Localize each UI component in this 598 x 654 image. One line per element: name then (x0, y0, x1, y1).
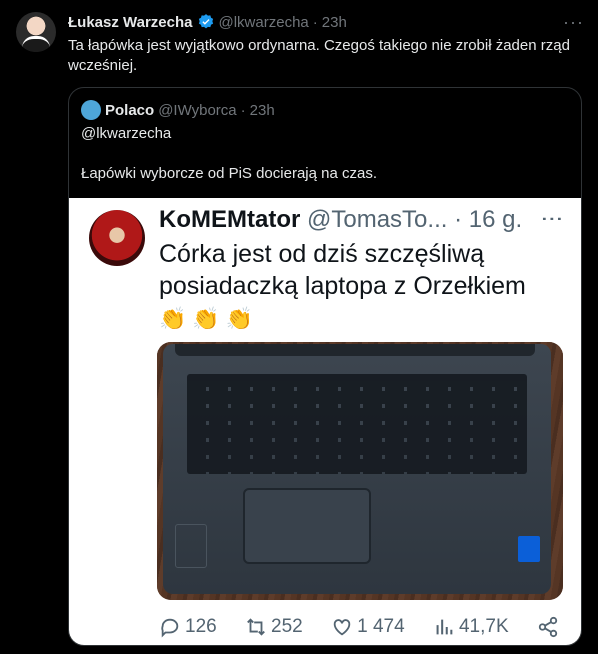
more-options-icon[interactable]: ··· (563, 12, 584, 33)
reply-count: 126 (159, 616, 217, 638)
tweet[interactable]: Łukasz Warzecha @lkwarzecha · 23h ··· Ta… (0, 0, 598, 654)
quote-body: Łapówki wyborcze od PiS docierają na cza… (81, 165, 377, 182)
screenshot-handle: @TomasTo... (307, 206, 448, 233)
separator-dot: · (312, 13, 318, 31)
laptop (163, 344, 551, 594)
view-count-value: 41,7K (458, 616, 509, 637)
screenshot-body: Córka jest od dziś szczęśliwą posiadaczk… (159, 240, 526, 300)
author-handle[interactable]: @lkwarzecha (219, 14, 309, 31)
screenshot-action-bar: 126 252 1 474 41,7K (159, 612, 559, 642)
separator-dot: · (454, 206, 463, 233)
screenshot-avatar (89, 210, 145, 266)
keyboard (187, 374, 527, 474)
laptop-photo (157, 342, 563, 600)
reply-icon (161, 618, 179, 638)
tweet-header: Łukasz Warzecha @lkwarzecha · 23h (68, 12, 347, 32)
views-icon (436, 619, 453, 635)
tweet-text: Ta łapówka jest wyjątkowo ordynarna. Cze… (68, 37, 570, 74)
screenshot-text: Córka jest od dziś szczęśliwą posiadaczk… (159, 238, 569, 335)
author-name[interactable]: Łukasz Warzecha (68, 14, 193, 31)
clap-emoji: 👏 (159, 306, 187, 331)
view-count: 41,7K (433, 616, 509, 638)
cpu-sticker (518, 536, 540, 562)
quote-text: @lkwarzecha Łapówki wyborcze od PiS doci… (81, 124, 571, 184)
laptop-hinge (175, 344, 535, 356)
quote-timestamp: 23h (249, 101, 275, 119)
share (537, 616, 559, 638)
quote-avatar (81, 100, 101, 120)
screenshot-header: KoMEMtator @TomasTo... · 16 g. (159, 206, 522, 234)
quoted-tweet[interactable]: Polaco @IWyborca · 23h @lkwarzecha Łapów… (68, 87, 582, 646)
quote-header: Polaco @IWyborca · 23h (81, 100, 275, 120)
clap-emoji: 👏 (192, 306, 220, 331)
reply-count-value: 126 (185, 616, 217, 637)
clap-emoji: 👏 (225, 306, 254, 331)
share-icon (538, 616, 558, 638)
repost-count-value: 252 (271, 616, 303, 637)
verified-badge-icon (197, 13, 215, 31)
quote-mention: @lkwarzecha (81, 125, 172, 142)
timestamp[interactable]: 23h (322, 14, 347, 31)
screenshot-more-icon: ⋮ (540, 208, 565, 230)
touchpad (243, 488, 371, 564)
embedded-screenshot[interactable]: KoMEMtator @TomasTo... · 16 g. ⋮ Córka j… (69, 198, 581, 645)
like-count: 1 474 (331, 616, 405, 638)
avatar[interactable] (16, 12, 56, 52)
screenshot-time: 16 g. (468, 206, 523, 233)
heart-icon (333, 619, 351, 636)
repost-count: 252 (245, 616, 303, 638)
repost-icon (247, 618, 265, 636)
screenshot-author-name: KoMEMtator (159, 206, 301, 233)
eagle-emblem (175, 524, 207, 568)
quote-author-handle: @IWyborca (158, 101, 237, 119)
like-count-value: 1 474 (357, 616, 405, 637)
quote-author-name: Polaco (105, 101, 155, 119)
separator-dot: · (240, 101, 246, 119)
